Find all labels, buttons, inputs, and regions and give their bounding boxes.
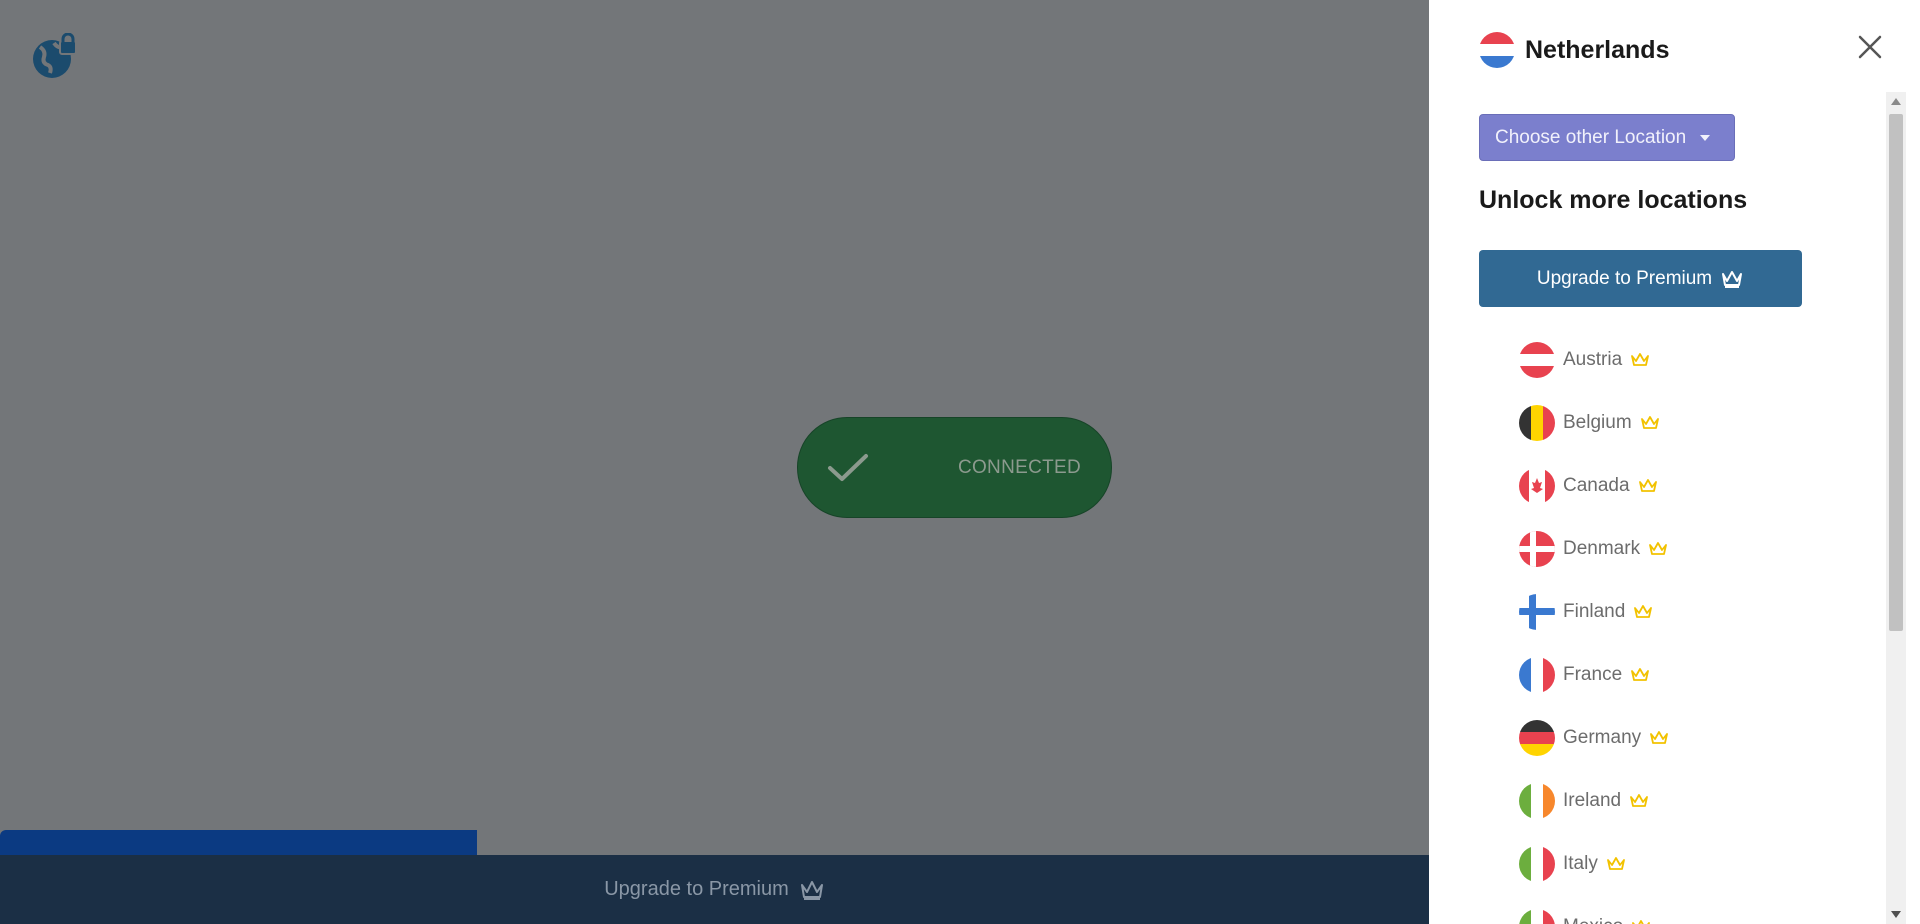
list-item[interactable]: Austria: [1519, 328, 1669, 391]
main-overlay: CONNECTED Upgrade to Premium: [0, 0, 1429, 924]
mexico-flag-icon: [1519, 908, 1555, 924]
crown-icon: [800, 880, 823, 900]
country-name: Austria: [1563, 348, 1623, 370]
france-flag-icon: [1519, 656, 1555, 693]
list-item[interactable]: Mexico: [1519, 895, 1669, 924]
list-item[interactable]: Germany: [1519, 706, 1669, 769]
location-side-panel: Netherlands Choose other Location Unlock…: [1429, 0, 1920, 924]
netherlands-flag-icon: [1479, 32, 1515, 68]
current-location-header: Netherlands: [1479, 32, 1669, 68]
denmark-flag-icon: [1519, 530, 1555, 567]
scroll-down-arrow-icon[interactable]: [1891, 911, 1901, 918]
upgrade-premium-label: Upgrade to Premium: [1536, 267, 1713, 289]
crown-icon: [1722, 270, 1743, 288]
country-list: Austria Belgium Canada Denmark Finland F…: [1519, 328, 1669, 924]
crown-icon: [1649, 541, 1667, 555]
crown-icon: [1606, 856, 1625, 870]
bottom-upgrade-bar[interactable]: Upgrade to Premium: [0, 855, 1429, 924]
scrollbar-thumb[interactable]: [1889, 114, 1903, 631]
current-location-title: Netherlands: [1525, 35, 1670, 64]
upgrade-premium-button[interactable]: Upgrade to Premium: [1479, 250, 1802, 307]
country-name: Ireland: [1563, 789, 1622, 811]
list-item[interactable]: Canada: [1519, 454, 1669, 517]
finland-flag-icon: [1519, 593, 1555, 630]
choose-location-label: Choose other Location: [1495, 126, 1687, 148]
caret-down-icon: [1700, 134, 1711, 141]
list-item[interactable]: Finland: [1519, 580, 1669, 643]
scroll-up-arrow-icon[interactable]: [1891, 98, 1901, 105]
checkmark-icon: [828, 453, 868, 481]
connection-toggle-button[interactable]: CONNECTED: [797, 417, 1112, 518]
country-name: Denmark: [1563, 537, 1641, 559]
crown-icon: [1650, 730, 1669, 744]
crown-icon: [1631, 352, 1650, 366]
crown-icon: [1630, 793, 1649, 807]
unlock-locations-heading: Unlock more locations: [1479, 186, 1748, 214]
germany-flag-icon: [1519, 719, 1555, 756]
country-name: Italy: [1563, 852, 1598, 874]
connection-status-label: CONNECTED: [957, 456, 1081, 478]
list-item[interactable]: Ireland: [1519, 769, 1669, 832]
bottom-upgrade-label: Upgrade to Premium: [604, 878, 789, 900]
country-name: Canada: [1563, 474, 1630, 496]
crown-icon: [1638, 478, 1657, 492]
country-name: Germany: [1563, 726, 1642, 748]
austria-flag-icon: [1519, 341, 1555, 378]
country-name: Belgium: [1563, 411, 1632, 433]
crown-icon: [1632, 919, 1651, 924]
close-icon: [1858, 35, 1882, 59]
country-name: Mexico: [1563, 916, 1623, 924]
belgium-flag-icon: [1519, 404, 1555, 441]
crown-icon: [1634, 604, 1653, 618]
country-name: Finland: [1563, 600, 1626, 622]
choose-location-dropdown[interactable]: Choose other Location: [1479, 114, 1735, 161]
panel-scrollbar[interactable]: [1886, 92, 1906, 924]
notification-strip: [0, 830, 477, 856]
crown-icon: [1640, 415, 1659, 429]
canada-flag-icon: [1519, 467, 1555, 504]
crown-icon: [1631, 667, 1650, 681]
list-item[interactable]: France: [1519, 643, 1669, 706]
list-item[interactable]: Italy: [1519, 832, 1669, 895]
italy-flag-icon: [1519, 845, 1555, 882]
close-panel-button[interactable]: [1855, 32, 1885, 62]
list-item[interactable]: Denmark: [1519, 517, 1669, 580]
list-item[interactable]: Belgium: [1519, 391, 1669, 454]
country-name: France: [1563, 663, 1623, 685]
panel-scroll-area[interactable]: Choose other Location Unlock more locati…: [1429, 92, 1920, 924]
globe-lock-icon[interactable]: [30, 32, 80, 81]
ireland-flag-icon: [1519, 782, 1555, 819]
